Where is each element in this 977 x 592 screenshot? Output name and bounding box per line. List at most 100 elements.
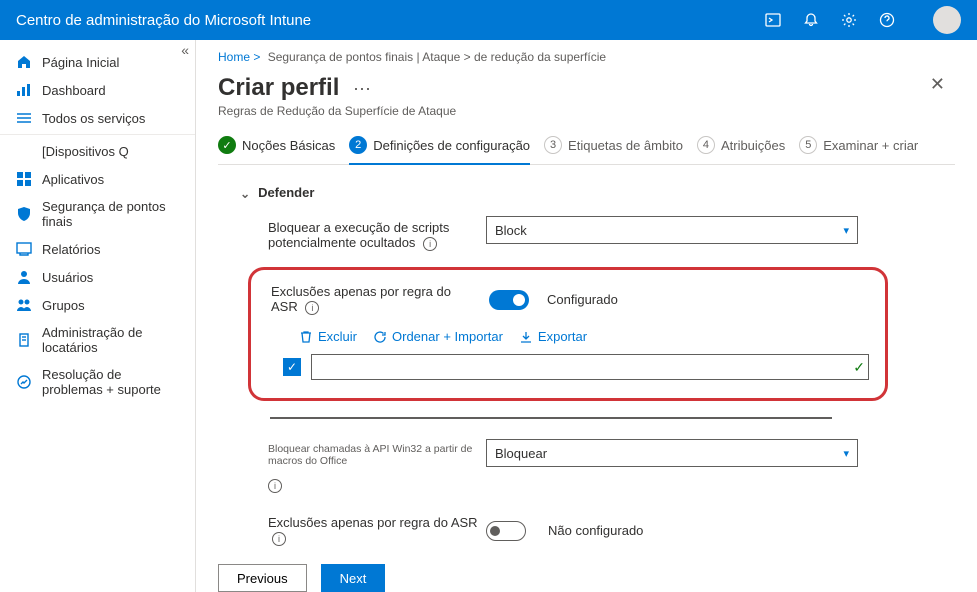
support-icon [16, 374, 32, 390]
notifications-icon[interactable] [803, 12, 819, 28]
chevron-down-icon: ▾ [843, 447, 849, 460]
toggle-status: Configurado [547, 292, 618, 307]
toggle-asr-exclusions-1[interactable] [489, 290, 529, 310]
wizard-footer: Previous Next [218, 552, 955, 592]
breadcrumb: Home > Segurança de pontos finais | Ataq… [218, 50, 955, 64]
step-label: Examinar + criar [823, 138, 918, 153]
info-icon[interactable]: i [268, 479, 282, 493]
help-icon[interactable] [879, 12, 895, 28]
groups-icon [16, 297, 32, 313]
reports-icon [16, 241, 32, 257]
sidebar-item-label: Relatórios [42, 242, 101, 257]
sidebar-item-support[interactable]: Resolução de problemas + suporte [0, 361, 195, 403]
additional-exclusion-input[interactable] [270, 417, 832, 419]
step-basics[interactable]: ✓ Noções Básicas [218, 136, 335, 154]
devices-icon [16, 143, 32, 159]
cloud-shell-icon[interactable] [765, 12, 781, 28]
tool-label: Excluir [318, 329, 357, 344]
toggle-label: Exclusões apenas por regra do ASR i [268, 515, 478, 546]
next-button[interactable]: Next [321, 564, 386, 592]
toggle-row-asr-1: Exclusões apenas por regra do ASR i Conf… [271, 284, 865, 315]
trash-icon [299, 330, 313, 344]
step-number-icon: 5 [799, 136, 817, 154]
sidebar-item-dashboard[interactable]: Dashboard [0, 76, 195, 104]
toggle-status: Não configurado [548, 523, 643, 538]
section-label: Defender [258, 185, 314, 200]
dashboard-icon [16, 82, 32, 98]
step-label: Noções Básicas [242, 138, 335, 153]
sidebar-item-groups[interactable]: Grupos [0, 291, 195, 319]
sidebar-item-label: Dashboard [42, 83, 106, 98]
toggle-asr-exclusions-2[interactable] [486, 521, 526, 541]
step-scope-tags[interactable]: 3 Etiquetas de âmbito [544, 136, 683, 154]
topbar: Centro de administração do Microsoft Int… [0, 0, 977, 40]
sidebar-item-label: Segurança de pontos finais [42, 199, 179, 229]
step-number-icon: 3 [544, 136, 562, 154]
sidebar-item-label: Usuários [42, 270, 93, 285]
step-label: Atribuições [721, 138, 785, 153]
sort-import-button[interactable]: Ordenar + Importar [373, 329, 503, 344]
sidebar-item-users[interactable]: Usuários [0, 263, 195, 291]
sidebar-item-label: Aplicativos [42, 172, 104, 187]
sidebar-item-reports[interactable]: Relatórios [0, 235, 195, 263]
settings-icon[interactable] [841, 12, 857, 28]
delete-button[interactable]: Excluir [299, 329, 357, 344]
step-number-icon: 2 [349, 136, 367, 154]
page-menu-icon[interactable]: ⋯ [353, 79, 371, 99]
sidebar-item-all-services[interactable]: Todos os serviços [0, 104, 195, 132]
app-title: Centro de administração do Microsoft Int… [16, 12, 311, 29]
field-block-scripts: Bloquear a execução de scripts potencial… [268, 216, 955, 251]
collapse-sidebar-icon[interactable]: « [181, 42, 189, 58]
step-assignments[interactable]: 4 Atribuições [697, 136, 785, 154]
chevron-up-icon: ⌃ [240, 186, 250, 200]
sidebar-item-home[interactable]: Página Inicial [0, 48, 195, 76]
previous-button[interactable]: Previous [218, 564, 307, 592]
sidebar-item-label: Página Inicial [42, 55, 119, 70]
chevron-down-icon: ▾ [843, 224, 849, 237]
breadcrumb-home[interactable]: Home > [218, 50, 260, 64]
step-label: Definições de configuração [373, 138, 530, 153]
sidebar-item-label: [Dispositivos Q [42, 144, 129, 159]
info-icon[interactable]: i [423, 237, 437, 251]
refresh-icon [373, 330, 387, 344]
field-label: Bloquear a execução de scripts potencial… [268, 216, 478, 251]
field-label: Bloquear chamadas à API Win32 a partir d… [268, 439, 478, 467]
page-subtitle: Regras de Redução da Superfície de Ataqu… [218, 104, 456, 118]
all-services-icon [16, 110, 32, 126]
step-number-icon: 4 [697, 136, 715, 154]
sidebar-item-apps[interactable]: Aplicativos [0, 165, 195, 193]
sidebar-item-label: Administração de locatários [42, 325, 179, 355]
download-icon [519, 330, 533, 344]
exclusion-input-row: ✓ ✓ [283, 354, 865, 380]
step-config[interactable]: 2 Definições de configuração [349, 136, 530, 165]
sidebar-item-label: Resolução de problemas + suporte [42, 367, 179, 397]
exclusions-toolbar: Excluir Ordenar + Importar Exportar [299, 329, 865, 344]
sidebar-item-security[interactable]: Segurança de pontos finais [0, 193, 195, 235]
topbar-icons [765, 6, 961, 34]
export-button[interactable]: Exportar [519, 329, 587, 344]
stepper: ✓ Noções Básicas 2 Definições de configu… [218, 136, 955, 165]
toggle-row-asr-2: Exclusões apenas por regra do ASR i Não … [268, 515, 955, 546]
sidebar-item-label: Todos os serviços [42, 111, 145, 126]
select-block-win32-api[interactable]: Bloquear ▾ [486, 439, 858, 467]
exclusion-input[interactable] [311, 354, 869, 380]
avatar[interactable] [933, 6, 961, 34]
users-icon [16, 269, 32, 285]
select-block-scripts[interactable]: Block ▾ [486, 216, 858, 244]
main: Home > Segurança de pontos finais | Ataq… [196, 40, 977, 592]
field-block-win32-api: Bloquear chamadas à API Win32 a partir d… [268, 439, 955, 467]
step-label: Etiquetas de âmbito [568, 138, 683, 153]
checkbox-exclusion[interactable]: ✓ [283, 358, 301, 376]
nav-separator [0, 134, 195, 135]
info-icon[interactable]: i [272, 532, 286, 546]
close-icon[interactable]: ✕ [930, 74, 955, 95]
home-icon [16, 54, 32, 70]
step-review[interactable]: 5 Examinar + criar [799, 136, 918, 154]
section-defender[interactable]: ⌃ Defender [240, 185, 955, 200]
shield-icon [16, 206, 32, 222]
sidebar-item-tenant[interactable]: Administração de locatários [0, 319, 195, 361]
info-icon[interactable]: i [305, 301, 319, 315]
tenant-icon [16, 332, 32, 348]
apps-icon [16, 171, 32, 187]
sidebar-item-devices[interactable]: [Dispositivos Q [0, 137, 195, 165]
